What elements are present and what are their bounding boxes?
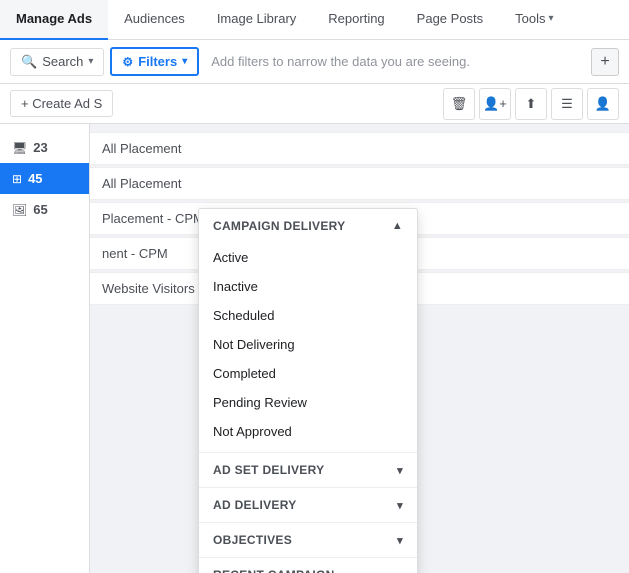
filters-dropdown: CAMPAIGN DELIVERY ▲ Active Inactive Sche… [198,208,418,573]
search-button[interactable]: 🔍 Search ▾ [10,48,104,76]
objectives-section: OBJECTIVES ▾ [199,523,417,558]
sidebar-item-23[interactable]: 🖥 23 [0,132,89,163]
ad-delivery-header[interactable]: AD DELIVERY ▾ [199,488,417,522]
filter-scheduled[interactable]: Scheduled [199,301,417,330]
sidebar: 🖥 23 ⊞ 45 🖼 65 [0,124,90,573]
ad-set-delivery-chevron-icon: ▾ [397,464,403,477]
filter-inactive[interactable]: Inactive [199,272,417,301]
sidebar-item-45[interactable]: ⊞ 45 [0,163,89,194]
recent-campaign-changes-section: RECENT CAMPAIGN CHANGES ▾ [199,558,417,573]
objectives-header[interactable]: OBJECTIVES ▾ [199,523,417,557]
content-area: All Placement All Placement Placement - … [90,124,629,573]
ad-delivery-chevron-icon: ▾ [397,499,403,512]
campaign-delivery-header[interactable]: CAMPAIGN DELIVERY ▲ [199,209,417,243]
sidebar-count-65: 65 [33,202,47,217]
tools-chevron-icon: ▾ [549,13,554,24]
nav-image-library[interactable]: Image Library [201,0,312,40]
table-row: All Placement [90,167,629,200]
table-row: All Placement [90,132,629,165]
search-label: Search [42,54,83,69]
sidebar-count-45: 45 [28,171,42,186]
nav-page-posts[interactable]: Page Posts [401,0,500,40]
objectives-chevron-icon: ▾ [397,534,403,547]
add-person-icon: 👤+ [483,96,507,112]
campaign-delivery-section: CAMPAIGN DELIVERY ▲ Active Inactive Sche… [199,209,417,453]
image-icon: 🖼 [12,203,27,217]
export-icon: ⬆ [526,96,537,112]
monitor-icon: 🖥 [12,141,27,155]
top-nav: Manage Ads Audiences Image Library Repor… [0,0,629,40]
filter-completed[interactable]: Completed [199,359,417,388]
ad-set-delivery-section: AD SET DELIVERY ▾ [199,453,417,488]
nav-tools[interactable]: Tools ▾ [499,0,569,40]
filter-toolbar: 🔍 Search ▾ ⚙ Filters ▾ Add filters to na… [0,40,629,84]
filter-pending-review[interactable]: Pending Review [199,388,417,417]
columns-button[interactable]: ☰ [551,88,583,120]
delete-button[interactable]: 🗑 [443,88,475,120]
nav-audiences[interactable]: Audiences [108,0,201,40]
trash-icon: 🗑 [451,96,468,112]
ad-delivery-section: AD DELIVERY ▾ [199,488,417,523]
filters-label: Filters [138,54,177,69]
columns-icon: ☰ [561,96,573,112]
create-label: + Create Ad S [21,96,102,111]
filter-sliders-icon: ⚙ [122,55,133,69]
sidebar-count-23: 23 [33,140,47,155]
person-button[interactable]: 👤 [587,88,619,120]
campaign-delivery-items: Active Inactive Scheduled Not Delivering… [199,243,417,452]
campaign-delivery-label: CAMPAIGN DELIVERY [213,219,345,233]
search-icon: 🔍 [21,54,37,70]
sidebar-item-65[interactable]: 🖼 65 [0,194,89,225]
ad-set-delivery-header[interactable]: AD SET DELIVERY ▾ [199,453,417,487]
export-button[interactable]: ⬆ [515,88,547,120]
person-icon: 👤 [595,96,611,112]
recent-campaign-changes-label: RECENT CAMPAIGN CHANGES [213,568,397,573]
ad-delivery-label: AD DELIVERY [213,498,297,512]
objectives-label: OBJECTIVES [213,533,292,547]
nav-reporting[interactable]: Reporting [312,0,400,40]
filter-not-delivering[interactable]: Not Delivering [199,330,417,359]
search-chevron-icon: ▾ [88,56,93,67]
add-filter-button[interactable]: + [591,48,619,76]
create-ad-set-button[interactable]: + Create Ad S [10,90,113,117]
nav-manage-ads[interactable]: Manage Ads [0,0,108,40]
add-person-button[interactable]: 👤+ [479,88,511,120]
filter-not-approved[interactable]: Not Approved [199,417,417,446]
recent-campaign-changes-header[interactable]: RECENT CAMPAIGN CHANGES ▾ [199,558,417,573]
grid-icon: ⊞ [12,172,22,186]
main-layout: 🖥 23 ⊞ 45 🖼 65 All Placement All Placeme… [0,124,629,573]
ad-set-delivery-label: AD SET DELIVERY [213,463,324,477]
filters-button[interactable]: ⚙ Filters ▾ [110,47,199,76]
action-toolbar: + Create Ad S 🗑 👤+ ⬆ ☰ 👤 [0,84,629,124]
filters-chevron-icon: ▾ [182,56,187,67]
campaign-delivery-chevron-icon: ▲ [392,220,403,232]
filter-active[interactable]: Active [199,243,417,272]
filter-hint-text: Add filters to narrow the data you are s… [211,54,585,69]
